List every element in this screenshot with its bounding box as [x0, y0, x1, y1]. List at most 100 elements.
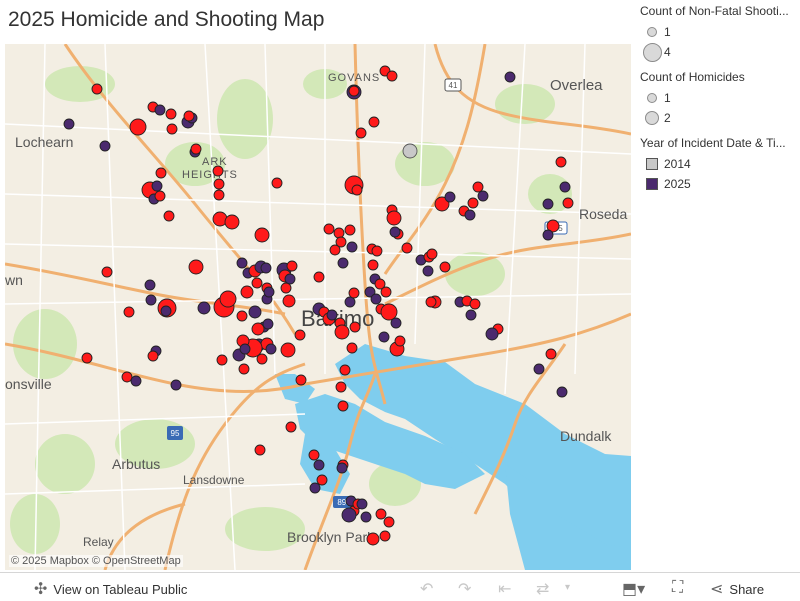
map-canvas[interactable]: 41 895 95 895 GOVANS Overlea Lochearn AR… [5, 44, 631, 570]
shooting-marker[interactable] [425, 296, 437, 308]
chevron-down-icon[interactable]: ▾ [565, 582, 570, 593]
homicide-marker[interactable] [260, 262, 272, 274]
shooting-marker[interactable] [335, 381, 347, 393]
homicide-marker[interactable] [144, 279, 156, 291]
homicide-marker[interactable] [422, 265, 434, 277]
shooting-marker[interactable] [555, 156, 567, 168]
revert-icon[interactable]: ⇤ [498, 579, 511, 599]
shooting-marker[interactable] [285, 421, 297, 433]
shooting-marker[interactable] [166, 123, 178, 135]
shooting-marker[interactable] [355, 127, 367, 139]
homicide-marker[interactable] [262, 318, 274, 330]
shooting-marker[interactable] [123, 306, 135, 318]
shooting-marker[interactable] [165, 108, 177, 120]
fullscreen-icon[interactable]: ⛶ [672, 579, 683, 597]
shooting-marker[interactable] [271, 177, 283, 189]
shooting-marker[interactable] [188, 259, 204, 275]
shooting-marker[interactable] [469, 298, 481, 310]
shooting-marker[interactable] [366, 532, 380, 546]
homicide-marker[interactable] [465, 309, 477, 321]
shooting-marker[interactable] [346, 342, 358, 354]
homicide-marker[interactable] [313, 459, 325, 471]
refresh-icon[interactable]: ⇄ [536, 579, 549, 599]
shooting-marker[interactable] [545, 348, 557, 360]
homicide-marker[interactable] [130, 375, 142, 387]
shooting-marker[interactable] [426, 248, 438, 260]
shooting-marker[interactable] [329, 244, 341, 256]
shooting-marker[interactable] [383, 516, 395, 528]
legend-homicides-item[interactable]: 1 [640, 88, 800, 108]
homicide-marker[interactable] [360, 511, 372, 523]
homicide-marker[interactable] [239, 343, 251, 355]
shooting-marker[interactable] [240, 285, 254, 299]
shooting-marker[interactable] [380, 286, 392, 298]
homicide-marker[interactable] [248, 305, 262, 319]
shooting-marker[interactable] [91, 83, 103, 95]
shooting-marker[interactable] [294, 329, 306, 341]
shooting-marker[interactable] [236, 310, 248, 322]
shooting-marker[interactable] [386, 70, 398, 82]
shooting-marker[interactable] [154, 190, 166, 202]
shooting-marker[interactable] [367, 259, 379, 271]
shooting-marker[interactable] [213, 178, 225, 190]
shooting-marker[interactable] [323, 223, 335, 235]
shooting-marker[interactable] [380, 303, 398, 321]
shooting-marker[interactable] [121, 371, 133, 383]
homicide-marker[interactable] [197, 301, 211, 315]
shooting-marker[interactable] [219, 290, 237, 308]
shooting-marker[interactable] [439, 261, 451, 273]
shooting-marker[interactable] [280, 282, 292, 294]
legend-year-item-2025[interactable]: 2025 [640, 174, 800, 194]
shooting-marker[interactable] [183, 110, 195, 122]
shooting-marker[interactable] [190, 143, 202, 155]
shooting-marker[interactable] [81, 352, 93, 364]
homicide-marker[interactable] [341, 507, 357, 523]
homicide-marker[interactable] [370, 293, 382, 305]
shooting-marker[interactable] [562, 197, 574, 209]
homicide-marker[interactable] [151, 180, 163, 192]
map-attribution[interactable]: © 2025 Mapbox © OpenStreetMap [9, 555, 183, 567]
shooting-marker[interactable] [295, 374, 307, 386]
legend-nonfatal-item[interactable]: 4 [640, 42, 800, 62]
homicide-marker[interactable] [326, 309, 338, 321]
homicide-marker[interactable] [556, 386, 568, 398]
shooting-marker[interactable] [216, 354, 228, 366]
shooting-marker[interactable] [344, 224, 356, 236]
homicide-marker[interactable] [63, 118, 75, 130]
homicide-marker[interactable] [336, 462, 348, 474]
homicide-marker[interactable] [378, 331, 390, 343]
homicide-marker[interactable] [542, 229, 554, 241]
shooting-marker[interactable] [339, 364, 351, 376]
legend-homicides-item[interactable]: 2 [640, 108, 800, 128]
shooting-marker[interactable] [371, 245, 383, 257]
shooting-marker[interactable] [351, 184, 363, 196]
homicide-marker[interactable] [265, 343, 277, 355]
shooting-marker[interactable] [254, 444, 266, 456]
homicide-marker[interactable] [542, 198, 554, 210]
homicide-marker[interactable] [485, 327, 499, 341]
shooting-marker[interactable] [251, 277, 263, 289]
homicide-marker[interactable] [145, 294, 157, 306]
shooting-marker[interactable] [213, 189, 225, 201]
homicide-marker[interactable] [236, 257, 248, 269]
redo-icon[interactable]: ↷ [458, 579, 471, 599]
shooting-marker[interactable] [212, 165, 224, 177]
shooting-marker[interactable] [316, 474, 328, 486]
homicide-marker[interactable] [390, 317, 402, 329]
homicide-marker[interactable] [444, 191, 456, 203]
legend-nonfatal-item[interactable]: 1 [640, 22, 800, 42]
shooting-marker[interactable] [251, 322, 265, 336]
shooting-marker[interactable] [368, 116, 380, 128]
homicide-marker[interactable] [464, 209, 476, 221]
shooting-marker[interactable] [472, 181, 484, 193]
shooting-marker[interactable] [155, 167, 167, 179]
homicide-marker[interactable] [99, 140, 111, 152]
shooting-marker[interactable] [348, 287, 360, 299]
shooting-marker[interactable] [401, 242, 413, 254]
homicide-marker[interactable] [346, 241, 358, 253]
homicide-marker[interactable] [160, 305, 172, 317]
shooting-marker[interactable] [101, 266, 113, 278]
shooting-marker[interactable] [129, 118, 147, 136]
share-button[interactable]: ⋖ Share [710, 579, 764, 599]
shooting-marker[interactable] [254, 227, 270, 243]
